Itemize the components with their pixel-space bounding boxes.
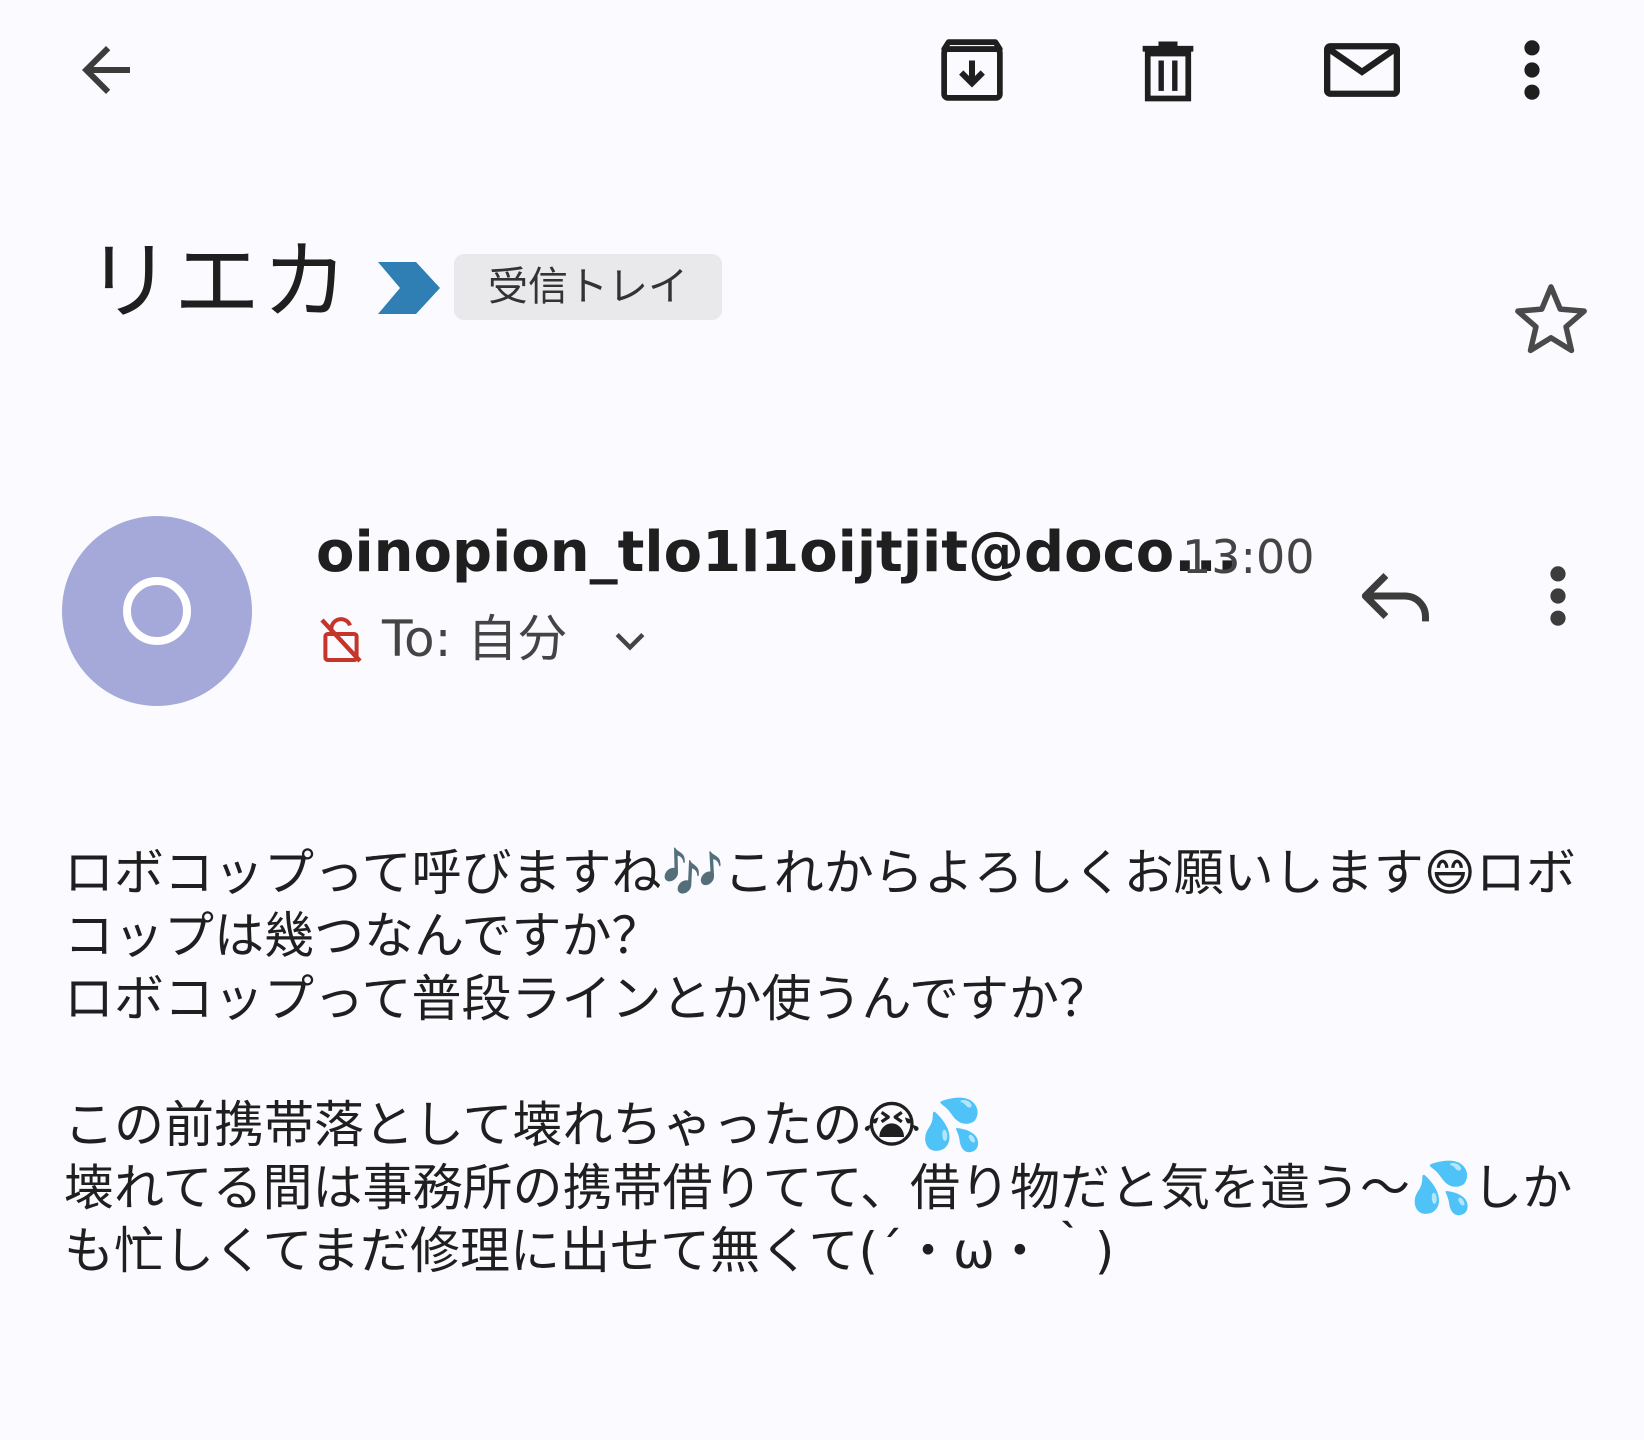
avatar-letter — [123, 577, 191, 645]
recipient-label[interactable]: To: 自分 — [382, 608, 567, 670]
star-outline-icon — [1515, 284, 1587, 354]
message-more-button[interactable] — [1528, 556, 1588, 636]
trash-icon — [1142, 41, 1194, 102]
sent-time: 13:00 — [1182, 530, 1315, 584]
inbox-label-chip[interactable]: 受信トレイ — [454, 254, 722, 320]
delete-button[interactable] — [1128, 30, 1208, 110]
mark-unread-button[interactable] — [1318, 30, 1406, 110]
archive-icon — [941, 39, 1003, 101]
reply-icon — [1361, 572, 1429, 622]
importance-marker-icon[interactable] — [374, 258, 444, 318]
archive-button[interactable] — [932, 30, 1012, 110]
mail-icon — [1324, 43, 1400, 97]
email-subject: リエカ — [86, 232, 350, 332]
sender-avatar[interactable] — [62, 516, 252, 706]
message-body: ロボコップって呼びますね🎶これからよろしくお願いします😄ロボコップは幾つなんです… — [64, 844, 1576, 1280]
more-options-button[interactable] — [1502, 30, 1562, 110]
back-button[interactable] — [66, 30, 146, 110]
more-vert-icon — [1524, 40, 1540, 100]
star-button[interactable] — [1506, 274, 1596, 364]
sender-name[interactable]: oinopion_tlo1l1oijtjit@doco... — [316, 518, 1238, 588]
more-vert-icon — [1550, 566, 1566, 626]
lock-off-icon[interactable] — [316, 614, 366, 666]
expand-details-button[interactable] — [600, 616, 660, 666]
reply-button[interactable] — [1352, 556, 1442, 636]
chevron-down-icon — [615, 633, 645, 651]
arrow-back-icon — [82, 46, 130, 94]
